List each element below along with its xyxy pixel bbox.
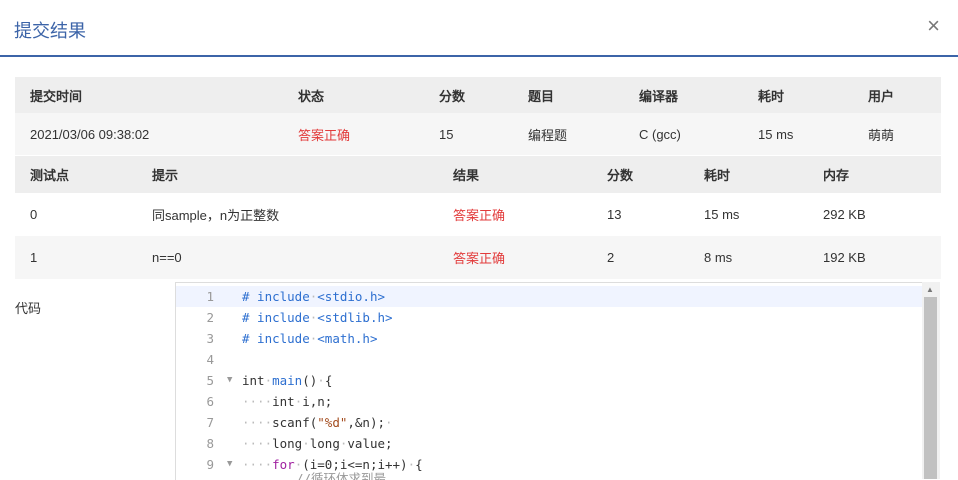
code-line: 8 ····long·long·value; (206, 436, 393, 451)
case-result: 答案正确 (453, 208, 506, 223)
dialog-header: 提交结果 × (0, 0, 958, 57)
code-editor[interactable]: 1 # include·<stdio.h> 2 # include·<stdlib.… (175, 282, 923, 480)
submission-header-row: 提交时间 状态 分数 题目 编译器 耗时 用户 (15, 77, 941, 113)
case-memory: 192 KB (823, 250, 866, 265)
code-line: 3 # include·<math.h> (206, 331, 378, 346)
header-hint: 提示 (152, 168, 179, 183)
vertical-scrollbar[interactable]: ▲ (922, 282, 940, 479)
submission-score: 15 (439, 126, 454, 142)
scroll-up-icon[interactable]: ▲ (926, 285, 934, 294)
submission-problem: 编程题 (528, 127, 568, 143)
submission-status: 答案正确 (298, 127, 351, 143)
header-time: 提交时间 (30, 88, 83, 104)
case-id: 0 (30, 207, 38, 222)
submission-compiler: C (gcc) (639, 126, 681, 142)
code-line: 2 # include·<stdlib.h> (206, 310, 393, 325)
case-memory: 292 KB (823, 207, 866, 222)
case-id: 1 (30, 250, 38, 265)
case-score: 13 (607, 207, 622, 222)
case-score: 2 (607, 250, 615, 265)
submission-elapsed: 15 ms (758, 126, 794, 142)
testcase-table: 测试点 提示 结果 分数 耗时 内存 0 同sample，n为正整数 答案正确 … (15, 156, 941, 279)
header-elapsed: 耗时 (758, 88, 785, 104)
testcase-header-row: 测试点 提示 结果 分数 耗时 内存 (15, 156, 941, 193)
header-memory: 内存 (823, 168, 850, 183)
case-elapsed: 15 ms (704, 207, 740, 222)
header-status: 状态 (298, 88, 325, 104)
submission-row: 2021/03/06 09:38:02 答案正确 15 编程题 C (gcc) … (15, 113, 941, 155)
header-result: 结果 (453, 168, 480, 183)
header-score: 分数 (607, 168, 634, 183)
submission-table: 提交时间 状态 分数 题目 编译器 耗时 用户 2021/03/06 09:38… (15, 77, 941, 155)
dialog-title: 提交结果 (14, 21, 86, 41)
code-line: 6 ····int·i,n; (206, 394, 333, 409)
header-case: 测试点 (30, 168, 70, 183)
header-user: 用户 (868, 88, 895, 104)
code-line: 7 ····scanf("%d",&n);· (206, 415, 393, 430)
header-problem: 题目 (528, 88, 555, 104)
fold-arrow-icon[interactable]: ▼ (227, 370, 232, 391)
scrollbar-thumb[interactable] (924, 297, 937, 479)
code-label: 代码 (15, 301, 42, 316)
case-elapsed: 8 ms (704, 250, 733, 265)
code-line: 1 # include·<stdio.h> (176, 286, 923, 307)
header-compiler: 编译器 (639, 88, 679, 104)
table-row: 0 同sample，n为正整数 答案正确 13 15 ms 292 KB (15, 193, 941, 236)
code-line: 4 (206, 352, 214, 367)
table-row: 1 n==0 答案正确 2 8 ms 192 KB (15, 236, 941, 279)
submission-time: 2021/03/06 09:38:02 (30, 126, 150, 142)
case-hint: n==0 (152, 250, 182, 265)
header-elapsed: 耗时 (704, 168, 731, 183)
case-result: 答案正确 (453, 251, 506, 266)
header-score: 分数 (439, 88, 466, 104)
submission-user: 萌萌 (868, 127, 895, 143)
code-line: 5 ▼ int·main()·{ (176, 370, 923, 391)
close-icon[interactable]: × (927, 14, 940, 38)
code-line: //循环体求到最 (296, 471, 387, 480)
case-hint: 同sample，n为正整数 (152, 208, 280, 223)
